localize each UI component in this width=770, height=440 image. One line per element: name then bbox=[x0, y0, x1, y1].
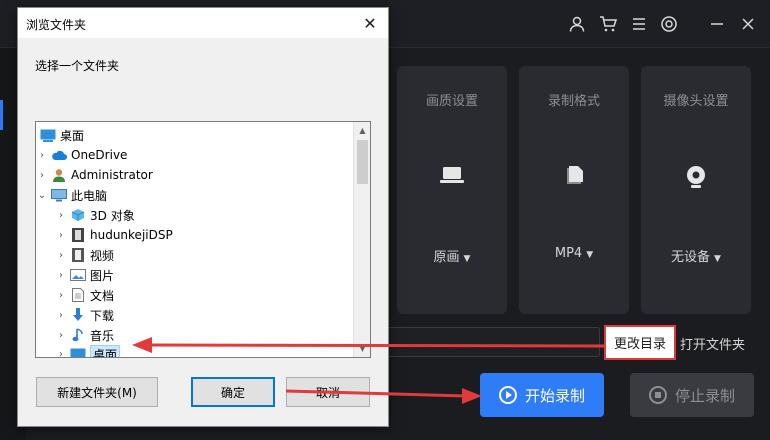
webcam-icon bbox=[641, 164, 751, 190]
settings-icon[interactable] bbox=[659, 14, 679, 34]
film-icon bbox=[70, 228, 86, 242]
tree-item-pictures[interactable]: › 图片 bbox=[55, 265, 370, 285]
chevron-right-icon[interactable]: › bbox=[55, 290, 67, 301]
chevron-right-icon[interactable]: › bbox=[55, 349, 67, 358]
tree-item-music[interactable]: › 音乐 bbox=[55, 325, 370, 345]
dialog-titlebar[interactable]: 浏览文件夹 ✕ bbox=[18, 8, 388, 38]
chevron-down-icon[interactable]: ⌄ bbox=[36, 190, 48, 201]
save-path-field[interactable] bbox=[380, 327, 600, 357]
scroll-thumb[interactable] bbox=[357, 140, 368, 184]
format-value: MP4 bbox=[554, 246, 583, 261]
chevron-right-icon[interactable]: › bbox=[36, 150, 48, 161]
stop-icon bbox=[648, 386, 667, 404]
cube-icon bbox=[70, 208, 86, 222]
open-folder-button[interactable]: 打开文件夹 bbox=[680, 334, 745, 353]
tree-item-label: 音乐 bbox=[90, 328, 115, 343]
caret-down-icon: ▼ bbox=[463, 254, 471, 264]
document-icon bbox=[70, 288, 86, 302]
chevron-right-icon[interactable]: › bbox=[55, 210, 67, 221]
tree-item-label: 视频 bbox=[90, 248, 115, 263]
chevron-right-icon[interactable]: › bbox=[55, 330, 67, 341]
tree-item-label: 3D 对象 bbox=[90, 208, 135, 223]
tree-item-label: hudunkejiDSP bbox=[90, 228, 173, 242]
camera-value: 无设备 bbox=[671, 250, 711, 265]
card-title: 录制格式 bbox=[547, 94, 600, 109]
tree-item-label: 桌面 bbox=[90, 344, 121, 357]
stop-recording-label: 停止录制 bbox=[674, 386, 735, 405]
video-icon bbox=[70, 248, 86, 262]
new-folder-button[interactable]: 新建文件夹(M) bbox=[36, 377, 158, 407]
image-icon bbox=[70, 268, 86, 282]
chevron-right-icon[interactable]: › bbox=[55, 230, 67, 241]
card-title: 摄像头设置 bbox=[663, 94, 729, 109]
tree-item-label: 下载 bbox=[90, 308, 115, 323]
chevron-right-icon[interactable]: › bbox=[55, 250, 67, 261]
chevron-right-icon[interactable]: › bbox=[36, 170, 48, 181]
start-recording-label: 开始录制 bbox=[524, 386, 585, 405]
tree-item-label: 文档 bbox=[90, 288, 115, 303]
tree-item-label: Administrator bbox=[71, 168, 153, 182]
tree-item-desktop-selected[interactable]: › 桌面 bbox=[55, 344, 370, 358]
scroll-up-icon[interactable]: ▲ bbox=[354, 122, 370, 139]
desktop-icon bbox=[70, 347, 86, 357]
format-dropdown[interactable]: MP4 ▼ bbox=[519, 246, 629, 261]
tree-item-hudunkejidsp[interactable]: › hudunkejiDSP bbox=[55, 225, 370, 245]
quality-dropdown[interactable]: 原画 ▼ bbox=[397, 246, 507, 265]
tree-item-label: 此电脑 bbox=[71, 188, 108, 203]
play-icon bbox=[498, 386, 517, 404]
cart-icon[interactable] bbox=[598, 14, 618, 34]
tree-item-label: 桌面 bbox=[60, 128, 85, 143]
music-icon bbox=[70, 328, 86, 342]
computer-icon bbox=[51, 188, 67, 202]
tree-item-label: 图片 bbox=[90, 268, 115, 283]
caret-down-icon: ▼ bbox=[714, 254, 721, 264]
tree-item-administrator[interactable]: › Administrator bbox=[36, 165, 352, 185]
tree-item-videos[interactable]: › 视频 bbox=[55, 245, 370, 265]
laptop-icon bbox=[397, 164, 507, 186]
ok-button[interactable]: 确定 bbox=[191, 377, 275, 407]
rail-active-indicator bbox=[0, 100, 3, 130]
tree-scrollbar[interactable]: ▲ ▼ bbox=[353, 122, 370, 357]
user-icon[interactable] bbox=[567, 14, 587, 34]
quality-card[interactable]: 画质设置 原画 ▼ bbox=[397, 66, 507, 314]
tree-item-this-pc[interactable]: ⌄ 此电脑 bbox=[36, 185, 352, 205]
download-icon bbox=[70, 308, 86, 322]
quality-value: 原画 bbox=[433, 250, 460, 265]
start-recording-button[interactable]: 开始录制 bbox=[480, 373, 604, 417]
chevron-right-icon[interactable]: › bbox=[55, 270, 67, 281]
close-icon[interactable]: ✕ bbox=[360, 13, 380, 33]
menu-icon[interactable] bbox=[629, 14, 649, 34]
camera-dropdown[interactable]: 无设备 ▼ bbox=[641, 246, 751, 265]
file-icon bbox=[519, 164, 629, 188]
desktop-icon bbox=[40, 128, 56, 142]
dialog-title: 浏览文件夹 bbox=[26, 18, 87, 32]
tree-item-desktop-root[interactable]: 桌面 bbox=[37, 125, 353, 145]
tree-item-onedrive[interactable]: › OneDrive bbox=[36, 145, 352, 165]
change-directory-button[interactable]: 更改目录 bbox=[604, 325, 676, 360]
caret-down-icon: ▼ bbox=[586, 250, 594, 260]
format-card[interactable]: 录制格式 MP4 ▼ bbox=[519, 66, 629, 314]
stop-recording-button[interactable]: 停止录制 bbox=[630, 373, 754, 417]
close-icon[interactable] bbox=[738, 14, 758, 34]
chevron-right-icon[interactable]: › bbox=[55, 310, 67, 321]
tree-item-downloads[interactable]: › 下载 bbox=[55, 305, 370, 325]
folder-tree[interactable]: 桌面 › OneDrive › Administrator ⌄ 此电脑 › 3D… bbox=[35, 121, 371, 358]
card-title: 画质设置 bbox=[425, 94, 478, 109]
user-icon bbox=[51, 168, 67, 182]
tree-item-documents[interactable]: › 文档 bbox=[55, 285, 370, 305]
tree-item-label: OneDrive bbox=[71, 148, 128, 162]
cloud-icon bbox=[51, 148, 67, 162]
camera-card[interactable]: 摄像头设置 无设备 ▼ bbox=[641, 66, 751, 314]
tree-item-3d-objects[interactable]: › 3D 对象 bbox=[55, 205, 370, 225]
browse-folder-dialog: 浏览文件夹 ✕ 选择一个文件夹 桌面 › OneDrive › Administ… bbox=[17, 7, 389, 427]
scroll-down-icon[interactable]: ▼ bbox=[354, 340, 370, 357]
dialog-prompt: 选择一个文件夹 bbox=[35, 59, 120, 73]
minimize-icon[interactable] bbox=[707, 14, 727, 34]
cancel-button[interactable]: 取消 bbox=[286, 377, 370, 407]
